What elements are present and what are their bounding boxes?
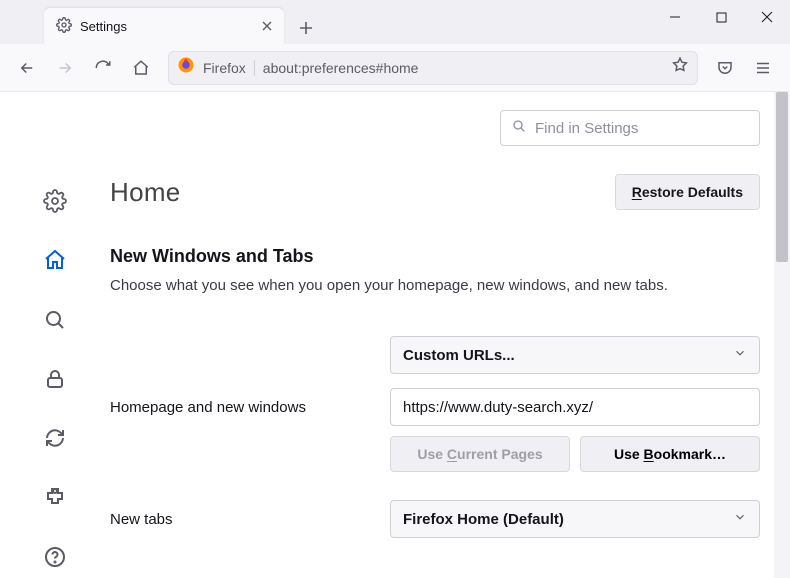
homepage-row-label: Homepage and new windows [110,399,390,416]
search-placeholder: Find in Settings [535,120,638,137]
new-tab-button[interactable] [290,12,322,44]
use-bookmark-button[interactable]: Use Bookmark… [580,436,760,472]
forward-button[interactable] [48,51,82,85]
minimize-button[interactable] [652,0,698,34]
sidebar-search[interactable] [33,299,77,340]
search-settings-input[interactable]: Find in Settings [500,110,760,146]
newtabs-select[interactable]: Firefox Home (Default) [390,500,760,538]
page-heading: Home [110,177,181,208]
reload-button[interactable] [86,51,120,85]
newtabs-label: New tabs [110,511,390,528]
sidebar-privacy[interactable] [33,358,77,399]
urlbar-label: Firefox [203,60,255,76]
chevron-down-icon [733,346,747,364]
section-description: Choose what you see when you open your h… [110,277,760,294]
scrollbar-thumb[interactable] [776,92,788,262]
back-button[interactable] [10,51,44,85]
sidebar-home[interactable] [33,239,77,280]
sidebar-help[interactable] [33,537,77,578]
sidebar-sync[interactable] [33,418,77,459]
restore-defaults-button[interactable]: Restore Defaults [615,174,760,210]
settings-main: Find in Settings Home Restore Defaults N… [110,92,790,578]
use-current-pages-button[interactable]: Use Current Pages [390,436,570,472]
content-area: Find in Settings Home Restore Defaults N… [0,92,790,578]
titlebar: Settings [0,0,790,44]
search-icon [511,118,527,138]
select-value: Custom URLs... [403,347,515,364]
select-value: Firefox Home (Default) [403,511,564,528]
section-subheading: New Windows and Tabs [110,246,760,267]
maximize-button[interactable] [698,0,744,34]
settings-sidebar [0,92,110,578]
gear-icon [56,17,72,36]
home-button[interactable] [124,51,158,85]
window-controls [652,0,790,34]
browser-tab[interactable]: Settings [44,8,284,44]
vertical-scrollbar[interactable] [774,92,790,578]
sidebar-general[interactable] [33,180,77,221]
chevron-down-icon [733,510,747,528]
close-tab-icon[interactable] [258,17,276,35]
firefox-logo-icon [177,56,195,79]
tab-title: Settings [80,19,127,34]
star-icon[interactable] [671,56,689,79]
url-bar[interactable]: Firefox about:preferences#home [168,51,698,85]
close-window-button[interactable] [744,0,790,34]
homepage-mode-select[interactable]: Custom URLs... [390,336,760,374]
menu-button[interactable] [746,51,780,85]
sidebar-extensions[interactable] [33,477,77,518]
urlbar-address: about:preferences#home [263,60,419,76]
pocket-button[interactable] [708,51,742,85]
homepage-url-input[interactable] [390,388,760,426]
nav-toolbar: Firefox about:preferences#home [0,44,790,92]
